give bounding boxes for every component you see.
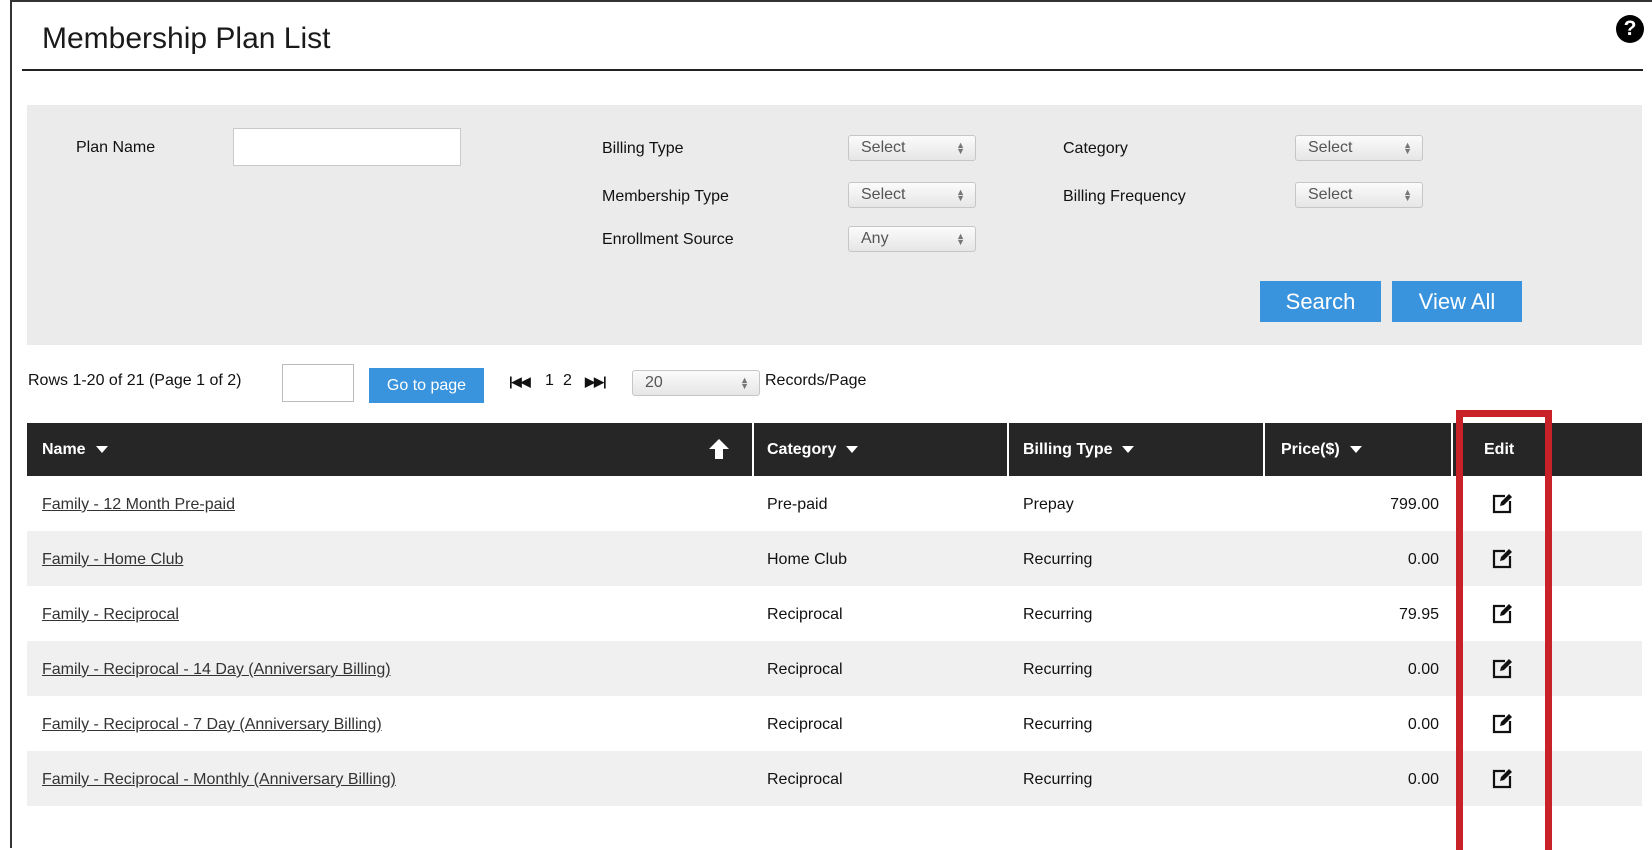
category-cell: Reciprocal [767, 716, 843, 733]
billing-type-cell: Recurring [1023, 661, 1093, 678]
price-cell: 799.00 [1390, 496, 1439, 513]
category-label: Category [1063, 140, 1128, 157]
column-divider [1451, 423, 1453, 476]
membership-type-select-value: Select [861, 186, 906, 203]
category-select[interactable]: Select ▲ ▼ [1295, 135, 1423, 161]
table-row: Family - Home Club Home Club Recurring 0… [27, 531, 1642, 586]
sort-caret-icon [1349, 446, 1362, 454]
category-select-value: Select [1308, 139, 1353, 156]
price-cell: 79.95 [1398, 606, 1439, 623]
billing-frequency-label: Billing Frequency [1063, 188, 1186, 205]
column-divider [752, 423, 754, 476]
help-icon[interactable]: ? [1616, 15, 1644, 43]
billing-type-cell: Recurring [1023, 771, 1093, 788]
first-page-icon[interactable]: |◀◀ [509, 374, 531, 390]
sort-up-arrow-icon[interactable] [708, 438, 730, 460]
view-all-button[interactable]: View All [1392, 281, 1522, 322]
enrollment-source-select-value: Any [861, 230, 889, 247]
billing-type-label: Billing Type [602, 140, 684, 157]
edit-column-highlight [1456, 410, 1552, 850]
billing-type-select[interactable]: Select ▲ ▼ [848, 135, 976, 161]
plan-name-link[interactable]: Family - Reciprocal - 7 Day (Anniversary… [42, 696, 382, 751]
records-per-page-label: Records/Page [765, 372, 867, 389]
select-arrows-icon: ▲ ▼ [956, 231, 965, 247]
billing-frequency-select-value: Select [1308, 186, 1353, 203]
select-arrows-icon: ▲ ▼ [956, 187, 965, 203]
billing-frequency-select[interactable]: Select ▲ ▼ [1295, 182, 1423, 208]
category-cell: Home Club [767, 551, 848, 568]
plan-name-label: Plan Name [76, 139, 156, 156]
table-row: Family - 12 Month Pre-paid Pre-paid Prep… [27, 476, 1642, 531]
select-arrows-icon: ▲ ▼ [956, 140, 965, 156]
plan-name-input[interactable] [233, 128, 461, 166]
search-button[interactable]: Search [1260, 281, 1381, 322]
column-header-name[interactable]: Name [42, 423, 108, 476]
table-row: Family - Reciprocal Reciprocal Recurring… [27, 586, 1642, 641]
select-arrows-icon: ▲ ▼ [1403, 187, 1412, 203]
select-arrows-icon: ▲ ▼ [740, 375, 749, 391]
sort-caret-icon [95, 446, 108, 454]
membership-type-select[interactable]: Select ▲ ▼ [848, 182, 976, 208]
title-divider [22, 69, 1643, 71]
plan-name-link[interactable]: Family - 12 Month Pre-paid [42, 476, 235, 531]
billing-type-cell: Recurring [1023, 551, 1093, 568]
select-arrows-icon: ▲ ▼ [1403, 140, 1412, 156]
page-1-link[interactable]: 1 [545, 372, 554, 390]
page-title: Membership Plan List [42, 22, 331, 55]
page-number-input[interactable] [282, 364, 354, 402]
column-divider [1007, 423, 1009, 476]
table-row: Family - Reciprocal - 7 Day (Anniversary… [27, 696, 1642, 751]
column-header-category[interactable]: Category [767, 423, 859, 476]
membership-type-label: Membership Type [602, 188, 729, 205]
billing-type-cell: Prepay [1023, 496, 1074, 513]
page-2-link[interactable]: 2 [563, 372, 572, 390]
category-cell: Reciprocal [767, 606, 843, 623]
category-cell: Reciprocal [767, 661, 843, 678]
price-cell: 0.00 [1407, 551, 1439, 568]
plan-name-link[interactable]: Family - Reciprocal - Monthly (Anniversa… [42, 751, 396, 806]
table-row: Family - Reciprocal - Monthly (Anniversa… [27, 751, 1642, 806]
price-cell: 0.00 [1407, 771, 1439, 788]
column-header-price[interactable]: Price($) [1281, 423, 1362, 476]
column-price-label: Price($) [1281, 441, 1340, 458]
enrollment-source-label: Enrollment Source [602, 231, 734, 248]
sort-caret-icon [1122, 446, 1135, 454]
records-per-page-select[interactable]: 20 ▲ ▼ [632, 370, 760, 396]
enrollment-source-select[interactable]: Any ▲ ▼ [848, 226, 976, 252]
column-category-label: Category [767, 441, 837, 458]
billing-type-cell: Recurring [1023, 716, 1093, 733]
column-divider [1263, 423, 1265, 476]
sort-caret-icon [846, 446, 859, 454]
plan-name-link[interactable]: Family - Reciprocal - 14 Day (Anniversar… [42, 641, 391, 696]
billing-type-select-value: Select [861, 139, 906, 156]
frame-left-border [10, 0, 12, 848]
frame-top-border [10, 0, 1652, 2]
go-to-page-button[interactable]: Go to page [369, 368, 484, 403]
price-cell: 0.00 [1407, 716, 1439, 733]
billing-type-cell: Recurring [1023, 606, 1093, 623]
category-cell: Pre-paid [767, 496, 828, 513]
column-name-label: Name [42, 441, 86, 458]
price-cell: 0.00 [1407, 661, 1439, 678]
plan-name-link[interactable]: Family - Reciprocal [42, 586, 179, 641]
records-per-page-value: 20 [645, 374, 663, 391]
table-row: Family - Reciprocal - 14 Day (Anniversar… [27, 641, 1642, 696]
column-billing-type-label: Billing Type [1023, 441, 1113, 458]
last-page-icon[interactable]: ▶▶| [585, 374, 607, 390]
plan-name-link[interactable]: Family - Home Club [42, 531, 183, 586]
column-header-billing-type[interactable]: Billing Type [1023, 423, 1135, 476]
rows-info: Rows 1-20 of 21 (Page 1 of 2) [28, 372, 242, 389]
grid-header: Name Category Billing Type Price($) Edit [27, 423, 1642, 476]
category-cell: Reciprocal [767, 771, 843, 788]
